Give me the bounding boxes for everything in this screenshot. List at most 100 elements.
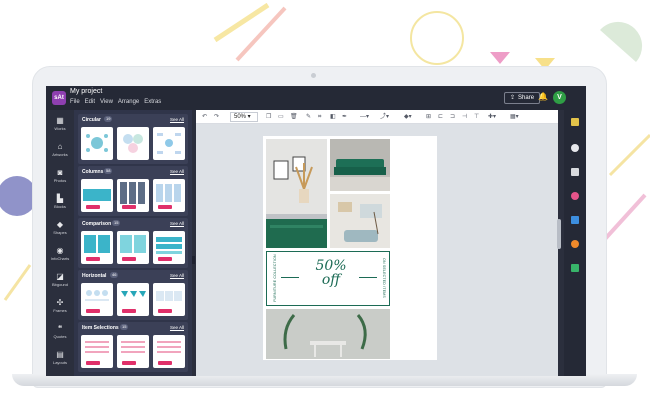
- sidebar-item-blocks[interactable]: ▙ Blocks: [46, 194, 74, 209]
- delete-icon[interactable]: 🗑: [290, 113, 298, 121]
- living-room-image: [330, 194, 390, 248]
- sofa-image: [330, 139, 390, 191]
- menu-arrange[interactable]: Arrange: [118, 99, 139, 105]
- app-logo[interactable]: sAt: [52, 91, 66, 105]
- template-thumbnail[interactable]: [81, 283, 113, 316]
- menu-view[interactable]: View: [100, 99, 113, 105]
- count-badge: 46: [110, 272, 119, 278]
- sidebar-item-quotes[interactable]: ❝ Quotes: [46, 324, 74, 339]
- template-panel: Circular 19 See All Columns 58 See All C…: [74, 110, 192, 376]
- line-style-icon[interactable]: —▾: [360, 113, 369, 121]
- avatar[interactable]: V: [553, 91, 566, 104]
- template-thumbnail[interactable]: [117, 283, 149, 316]
- sidebar-item-shapes[interactable]: ◆ Shapes: [46, 220, 74, 235]
- pen-icon[interactable]: ✎: [306, 113, 311, 121]
- template-thumbnail[interactable]: [153, 283, 185, 316]
- grid-icon[interactable]: ▦▾: [510, 113, 519, 121]
- category-tag: [158, 309, 172, 313]
- template-thumbnail[interactable]: [117, 231, 149, 264]
- template-thumbnail[interactable]: [117, 179, 149, 212]
- sidebar-item-infocharts[interactable]: ◉ InfoCharts: [46, 246, 74, 261]
- copy-icon[interactable]: ❐: [266, 113, 271, 121]
- see-all-link[interactable]: See All: [170, 273, 184, 278]
- layers-icon[interactable]: [571, 216, 579, 224]
- sidebar-item-layouts[interactable]: ▤ Layouts: [46, 350, 74, 365]
- photo-patio[interactable]: [266, 309, 390, 359]
- sidebar-item-background[interactable]: ◪ Bbgound: [46, 272, 74, 287]
- notification-bell-icon[interactable]: 🔔: [538, 92, 548, 101]
- menu-file[interactable]: File: [70, 99, 80, 105]
- settings-icon[interactable]: [571, 240, 579, 248]
- promo-line1: 50%: [315, 258, 347, 274]
- category-horizontal: Horizontal 46 See All: [78, 270, 188, 320]
- template-thumbnail[interactable]: [153, 179, 185, 212]
- vertical-scrollbar[interactable]: [557, 219, 561, 249]
- category-columns: Columns 58 See All: [78, 166, 188, 216]
- menu-extras[interactable]: Extras: [144, 99, 161, 105]
- menu-edit[interactable]: Edit: [85, 99, 95, 105]
- template-thumbnail[interactable]: [81, 335, 113, 368]
- paste-icon[interactable]: ▭: [278, 113, 284, 121]
- category-tag: [158, 361, 172, 365]
- sidebar-item-works[interactable]: ▦ Works: [46, 116, 74, 131]
- template-thumbnail[interactable]: [153, 127, 185, 160]
- panel-collapse-handle[interactable]: [192, 256, 195, 264]
- circular-diagram-icon: [123, 134, 143, 153]
- photo-living-room[interactable]: [330, 194, 390, 248]
- sidebar-item-artworks[interactable]: ⌂ Artworks: [46, 142, 74, 157]
- shapes-icon: ◆: [56, 220, 64, 229]
- template-thumbnail[interactable]: [117, 335, 149, 368]
- arrange-icon[interactable]: ⊣: [462, 113, 467, 121]
- notes-icon[interactable]: [571, 168, 579, 176]
- template-thumbnail[interactable]: [81, 127, 113, 160]
- photo-wall-decor[interactable]: [266, 139, 327, 248]
- color-wheel-icon[interactable]: [571, 192, 579, 200]
- template-thumbnail[interactable]: [117, 127, 149, 160]
- see-all-link[interactable]: See All: [170, 325, 184, 330]
- stage: + sAt My project File Edit View Arrange …: [0, 0, 650, 400]
- brush-icon[interactable]: ✒: [342, 113, 347, 121]
- sidebar-item-label: Frames: [53, 308, 67, 313]
- vertical-label-right: ON SELECTED ITEMS: [381, 258, 386, 298]
- crop-icon[interactable]: ⌗: [318, 113, 321, 121]
- distribute-icon[interactable]: ⊐: [450, 113, 455, 121]
- group-icon[interactable]: ⊞: [426, 113, 431, 121]
- count-badge: 15: [120, 324, 129, 330]
- share-button[interactable]: ⇪ Share: [504, 92, 541, 104]
- template-thumbnail[interactable]: [153, 335, 185, 368]
- paint-bucket-icon[interactable]: ◧: [330, 113, 336, 121]
- sidebar-item-frames[interactable]: ✣ Frames: [46, 298, 74, 313]
- redo-icon[interactable]: ↷: [214, 113, 219, 121]
- align-icon[interactable]: ⊏: [438, 113, 443, 121]
- category-circular: Circular 19 See All: [78, 114, 188, 164]
- share-icon: ⇪: [510, 95, 516, 101]
- fill-color-icon[interactable]: ◆▾: [404, 113, 412, 121]
- category-tag: [86, 361, 100, 365]
- photo-green-sofa[interactable]: [330, 139, 390, 191]
- comments-icon[interactable]: [571, 264, 579, 272]
- frames-icon: ✣: [56, 298, 64, 307]
- see-all-link[interactable]: See All: [170, 221, 184, 226]
- laptop-camera: [311, 73, 316, 78]
- template-thumbnail[interactable]: [81, 231, 113, 264]
- connector-icon[interactable]: ⤴▾: [380, 113, 389, 121]
- zoom-select[interactable]: 50% ▾: [230, 112, 258, 122]
- design-page[interactable]: 50% off FURNITURE COLLECTION ON SELECTED…: [263, 136, 437, 360]
- add-icon[interactable]: ✚▾: [488, 113, 496, 121]
- project-title[interactable]: My project: [70, 88, 102, 95]
- circular-diagram-icon: [86, 134, 108, 152]
- undo-icon[interactable]: ↶: [202, 113, 207, 121]
- template-thumbnail[interactable]: [153, 231, 185, 264]
- paint-icon[interactable]: [571, 118, 579, 126]
- circular-diagram-icon: [157, 133, 181, 154]
- search-icon[interactable]: [571, 144, 579, 152]
- sidebar-item-photos[interactable]: ◙ Photos: [46, 168, 74, 183]
- sidebar-item-label: Works: [54, 126, 66, 131]
- promo-text[interactable]: 50% off: [303, 259, 359, 287]
- category-title: Columns: [82, 169, 104, 175]
- see-all-link[interactable]: See All: [170, 169, 184, 174]
- template-thumbnail[interactable]: [81, 179, 113, 212]
- layer-icon[interactable]: ⊤: [474, 113, 479, 121]
- camera-icon: ◙: [57, 168, 63, 177]
- see-all-link[interactable]: See All: [170, 117, 184, 122]
